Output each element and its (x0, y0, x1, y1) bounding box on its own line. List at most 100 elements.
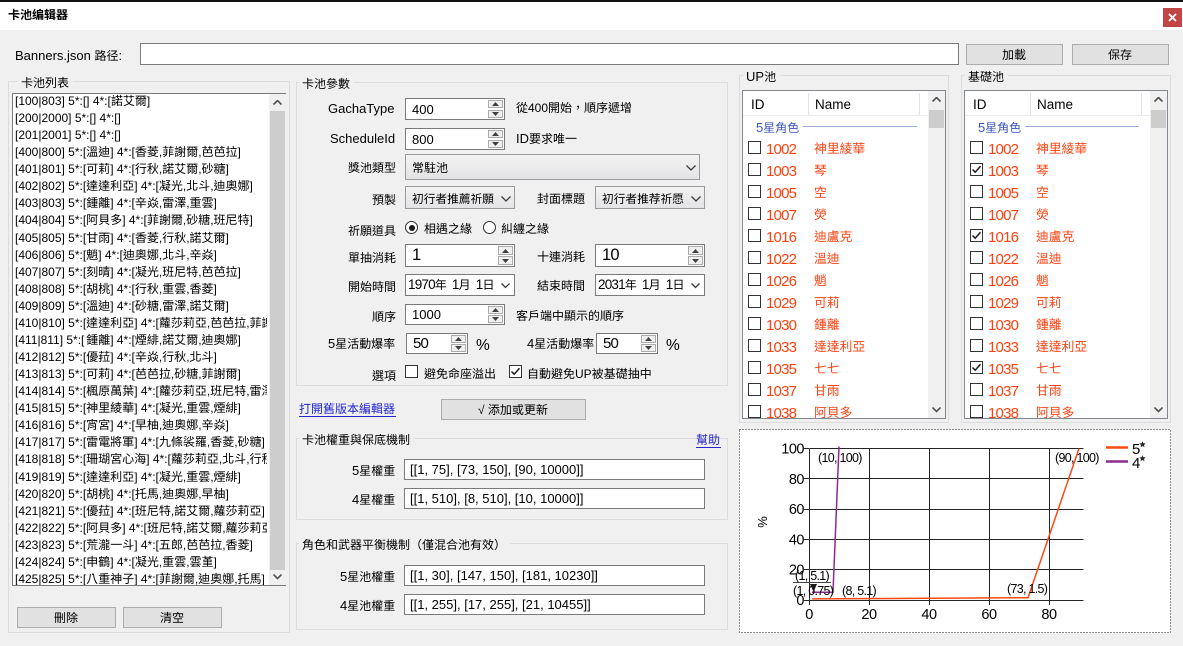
svg-text:[419|819] 5*:[: [419|819] 5*:[ (15, 470, 87, 484)
svg-text:,: , (186, 299, 189, 313)
svg-text:60: 60 (981, 607, 997, 623)
svg-text:]: ] (238, 470, 241, 484)
svg-text:1: 1 (446, 277, 459, 292)
svg-text:] 4*:[: ] 4*:[ (110, 299, 135, 313)
svg-text:Name: Name (1037, 97, 1073, 112)
svg-text:800: 800 (412, 132, 434, 147)
svg-text:,: , (207, 435, 210, 449)
svg-text:]: ] (238, 265, 241, 279)
svg-text:,: , (198, 367, 201, 381)
svg-text:] 4*:[: ] 4*:[ (134, 572, 159, 585)
svg-text:1003: 1003 (766, 163, 797, 180)
svg-text:,: , (159, 282, 162, 296)
svg-text:]: ] (238, 401, 241, 415)
svg-text:50: 50 (603, 335, 619, 352)
svg-text:,: , (210, 179, 213, 193)
svg-text:[409|809] 5*:[: [409|809] 5*:[ (15, 299, 87, 313)
svg-text:[421|821] 5*:[: [421|821] 5*:[ (15, 504, 87, 518)
svg-text:1037: 1037 (988, 383, 1019, 400)
svg-text:,: , (246, 452, 249, 466)
svg-text:,: , (159, 350, 162, 364)
svg-text:]: ] (238, 333, 241, 347)
svg-text:]: ] (238, 367, 241, 381)
svg-text:1: 1 (470, 277, 483, 292)
svg-text:1007: 1007 (988, 207, 1019, 224)
svg-text:Name: Name (815, 97, 851, 112)
svg-text:1: 1 (636, 277, 649, 292)
svg-text:,: , (183, 538, 186, 552)
svg-text:] 4*:[: ] 4*:[ (110, 367, 135, 381)
svg-text:[402|802] 5*:[: [402|802] 5*:[ (15, 179, 87, 193)
svg-text:[403|803] 5*:[: [403|803] 5*:[ (15, 196, 87, 210)
svg-text:5: 5 (352, 463, 359, 478)
svg-text:4: 4 (340, 598, 347, 613)
svg-text:1: 1 (660, 277, 673, 292)
svg-text:4: 4 (1132, 455, 1140, 472)
svg-text:1033: 1033 (766, 339, 797, 356)
svg-text:] 4*:[: ] 4*:[ (122, 521, 147, 535)
svg-text:40: 40 (789, 532, 805, 548)
svg-text:,: , (186, 555, 189, 569)
svg-text:] 4*:[: ] 4*:[ (134, 538, 159, 552)
svg-text:,: , (198, 162, 201, 176)
svg-text:(10, 100): (10, 100) (818, 451, 862, 465)
svg-text:5: 5 (340, 569, 347, 584)
svg-text:] 4*:[: ] 4*:[ (110, 145, 135, 159)
svg-text:] 4*:[: ] 4*:[ (110, 231, 135, 245)
svg-text:400: 400 (528, 101, 548, 115)
svg-text:] 4*:[: ] 4*:[ (110, 555, 135, 569)
svg-text:[417|817] 5*:[: [417|817] 5*:[ (15, 435, 87, 449)
svg-text:,: , (159, 333, 162, 347)
svg-text:,: , (159, 231, 162, 245)
svg-text:[420|820] 5*:[: [420|820] 5*:[ (15, 487, 87, 501)
svg-text:10: 10 (602, 246, 619, 264)
svg-text:60: 60 (789, 502, 805, 518)
svg-text:,: , (183, 213, 186, 227)
svg-text:,: , (183, 179, 186, 193)
svg-text:,: , (198, 418, 201, 432)
svg-text:,: , (186, 282, 189, 296)
svg-text:(73, 1.5): (73, 1.5) (1007, 582, 1048, 596)
svg-text:,: , (234, 572, 237, 585)
svg-text:,: , (198, 145, 201, 159)
svg-text:400: 400 (412, 102, 434, 117)
svg-text:,: , (234, 435, 237, 449)
svg-text:50: 50 (413, 335, 429, 352)
svg-text:[407|807] 5*:[: [407|807] 5*:[ (15, 265, 87, 279)
svg-text:1035: 1035 (766, 361, 797, 378)
svg-text:,: , (183, 401, 186, 415)
svg-text:]: ] (262, 572, 265, 585)
svg-text:,: , (198, 487, 201, 501)
svg-text:UP: UP (746, 69, 764, 84)
svg-text:1002: 1002 (988, 141, 1019, 158)
svg-text:] 4*:[: ] 4*:[ (110, 282, 135, 296)
svg-text:ID: ID (973, 97, 987, 112)
svg-text:,: , (186, 248, 189, 262)
svg-text:]: ] (214, 555, 217, 569)
svg-text:[200|2000] 5*:[] 4*:[]: [200|2000] 5*:[] 4*:[] (15, 111, 121, 125)
svg-text:[418|818] 5*:[: [418|818] 5*:[ (15, 452, 87, 466)
svg-text:1029: 1029 (988, 295, 1019, 312)
svg-text:1029: 1029 (766, 295, 797, 312)
svg-text:,: , (246, 316, 249, 330)
svg-text:1016: 1016 (988, 229, 1019, 246)
svg-text:4: 4 (352, 492, 359, 507)
svg-text:1030: 1030 (766, 317, 797, 334)
svg-text:]: ] (214, 248, 217, 262)
svg-text:,: , (159, 196, 162, 210)
svg-text:] 4*:[: ] 4*:[ (134, 384, 159, 398)
svg-text:1016: 1016 (766, 229, 797, 246)
svg-text:] 4*:[: ] 4*:[ (134, 470, 159, 484)
svg-text:80: 80 (1041, 607, 1057, 623)
svg-text:,: , (207, 384, 210, 398)
svg-text:%: % (476, 337, 490, 354)
svg-text:1000: 1000 (412, 307, 441, 322)
svg-text:]: ] (226, 418, 229, 432)
svg-text:%: % (666, 337, 680, 354)
svg-text:,: , (159, 299, 162, 313)
svg-text:,: , (159, 555, 162, 569)
svg-text:]: ] (214, 196, 217, 210)
svg-text:[412|812] 5*:[: [412|812] 5*:[ (15, 350, 87, 364)
svg-text:[[1, 510], [8, 510], [10, 1000: [[1, 510], [8, 510], [10, 10000]] (410, 491, 583, 506)
svg-text:1033: 1033 (988, 339, 1019, 356)
